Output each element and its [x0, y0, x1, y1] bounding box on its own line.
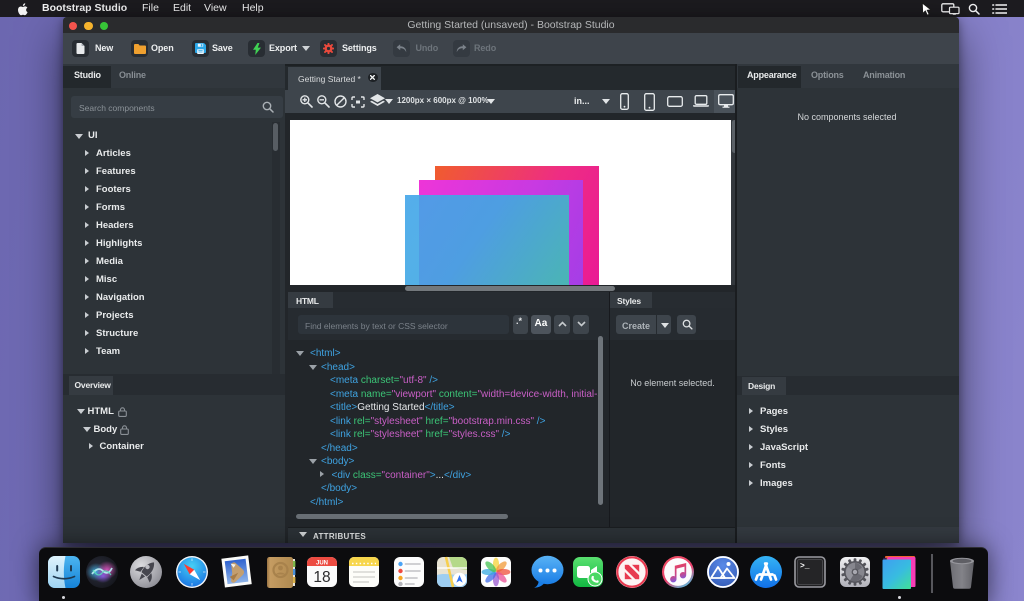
svg-text:18: 18: [313, 569, 330, 586]
svg-text:>_: >_: [800, 562, 810, 571]
svg-text:JUN: JUN: [315, 561, 327, 567]
